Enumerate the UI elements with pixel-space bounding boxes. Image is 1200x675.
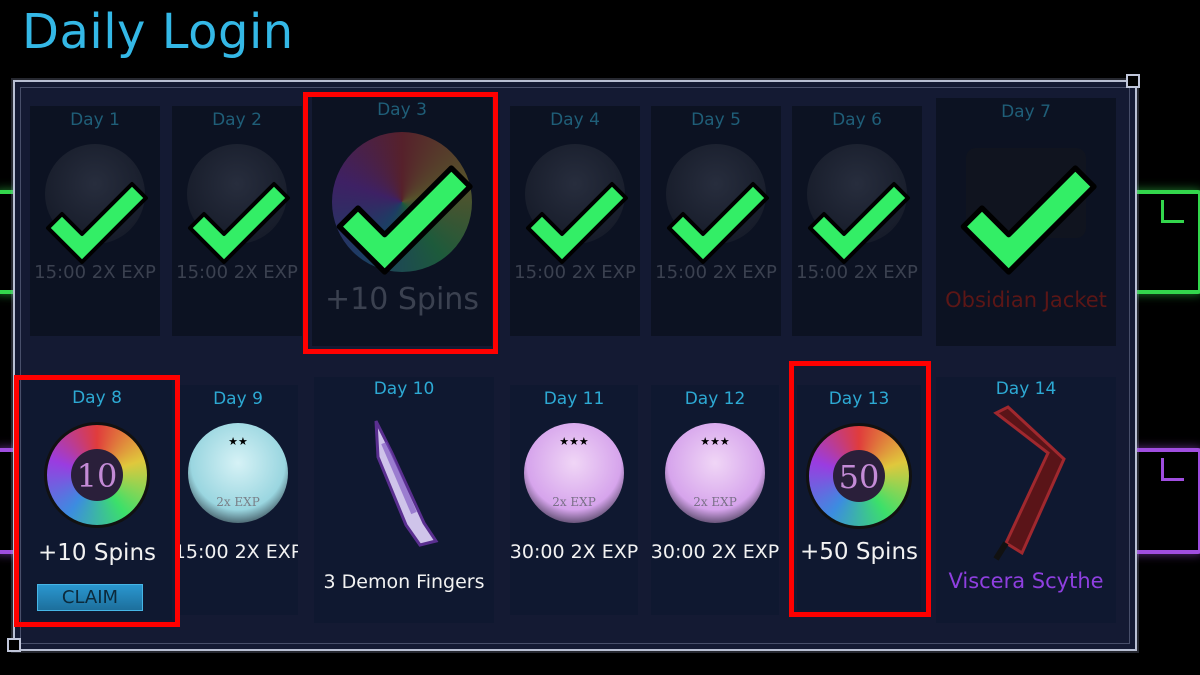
day-label: Day 4: [550, 110, 600, 130]
checkmark-icon: [808, 182, 910, 264]
reward-label: 15:00 2X EXP: [514, 262, 636, 283]
day-label: Day 1: [70, 110, 120, 130]
reward-label: 30:00 2X EXP: [510, 541, 638, 563]
checkmark-icon: [960, 165, 1097, 275]
exp-boost-icon: ★★★ 2x EXP: [665, 423, 765, 523]
page-title: Daily Login: [22, 4, 294, 60]
icon-caption: 2x EXP: [552, 495, 596, 509]
day-label: Day 7: [1001, 102, 1051, 122]
demon-fingers-icon: [374, 420, 439, 547]
day-tile-1[interactable]: Day 1 15:00 2X EXP: [30, 106, 160, 336]
day-tile-11[interactable]: Day 11 ★★★ 2x EXP 30:00 2X EXP: [510, 385, 638, 615]
reward-label: 15:00 2X EXP: [655, 262, 777, 283]
reward-label: Obsidian Jacket: [945, 288, 1107, 312]
highlight-box-day-13: [789, 361, 931, 617]
day-label: Day 2: [212, 110, 262, 130]
highlight-box-day-3: [303, 92, 498, 354]
reward-label: 15:00 2X EXP: [796, 262, 918, 283]
day-label: Day 5: [691, 110, 741, 130]
day-tile-4[interactable]: Day 4 15:00 2X EXP: [510, 106, 640, 336]
corner-decoration: [7, 638, 21, 652]
day-tile-7[interactable]: Day 7 Obsidian Jacket: [936, 98, 1116, 346]
corner-decoration: [1126, 74, 1140, 88]
checkmark-icon: [46, 182, 148, 264]
day-label: Day 12: [684, 389, 746, 409]
icon-caption: 2x EXP: [693, 495, 737, 509]
day-tile-10[interactable]: Day 10 3 Demon Fingers: [314, 377, 494, 623]
reward-label: 15:00 2X EXP: [176, 262, 298, 283]
scythe-icon: [993, 405, 1066, 561]
day-label: Day 14: [995, 379, 1057, 399]
reward-label: Viscera Scythe: [948, 569, 1104, 593]
reward-label: 3 Demon Fingers: [323, 571, 485, 593]
exp-boost-icon: ★★ 2x EXP: [188, 423, 288, 523]
day-tile-5[interactable]: Day 5 15:00 2X EXP: [651, 106, 781, 336]
day-tile-6[interactable]: Day 6 15:00 2X EXP: [792, 106, 922, 336]
day-tile-14[interactable]: Day 14 Viscera Scythe: [936, 377, 1116, 623]
highlight-box-day-8: [14, 375, 180, 627]
reward-label: 30:00 2X EXP: [651, 541, 779, 563]
checkmark-icon: [188, 182, 290, 264]
day-tile-2[interactable]: Day 2 15:00 2X EXP: [172, 106, 302, 336]
day-label: Day 10: [373, 379, 435, 399]
exp-boost-icon: ★★★ 2x EXP: [524, 423, 624, 523]
day-label: Day 6: [832, 110, 882, 130]
checkmark-icon: [667, 182, 769, 264]
day-label: Day 11: [543, 389, 605, 409]
checkmark-icon: [526, 182, 628, 264]
day-tile-9[interactable]: Day 9 ★★ 2x EXP 15:00 2X EXP: [178, 385, 298, 615]
reward-label: 15:00 2X EXP: [178, 541, 298, 563]
icon-caption: 2x EXP: [216, 495, 260, 509]
day-label: Day 9: [213, 389, 263, 409]
reward-label: 15:00 2X EXP: [34, 262, 156, 283]
day-tile-12[interactable]: Day 12 ★★★ 2x EXP 30:00 2X EXP: [651, 385, 779, 615]
